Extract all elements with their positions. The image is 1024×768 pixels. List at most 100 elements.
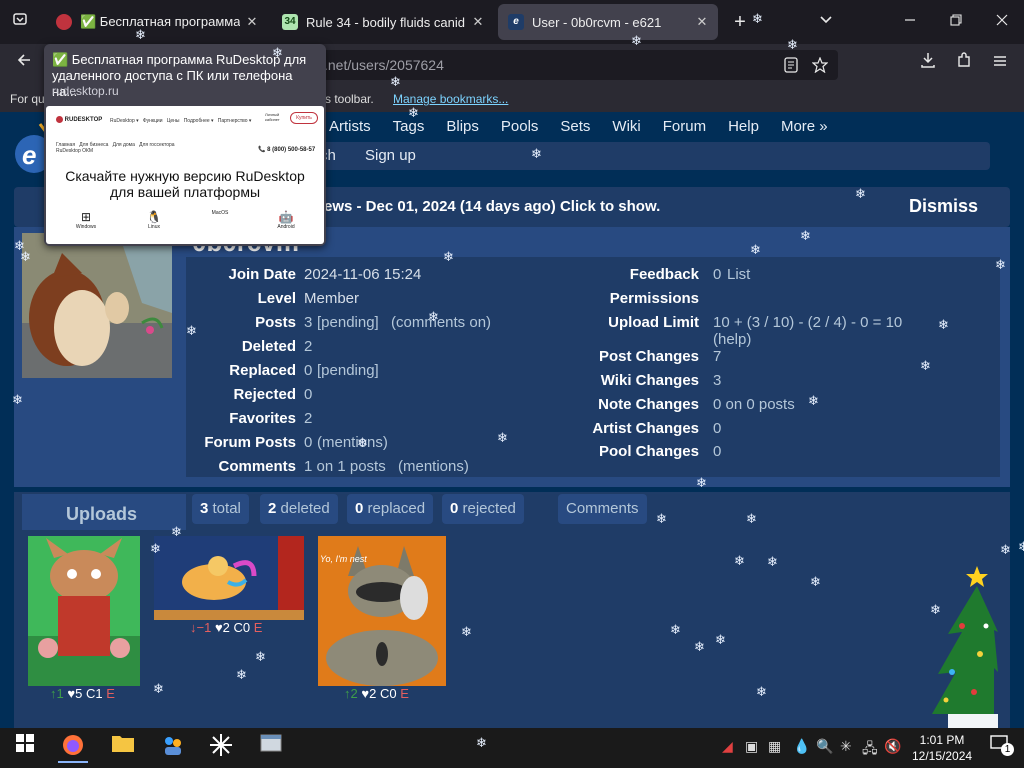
- snowflake-app-icon[interactable]: [206, 733, 236, 763]
- close-tab-icon[interactable]: ✕: [470, 14, 486, 30]
- pool-changes-link[interactable]: 0: [713, 443, 721, 460]
- post-changes-link[interactable]: 7: [713, 348, 721, 365]
- upload-limit-help-link[interactable]: (help): [713, 331, 751, 348]
- rejected-count-link[interactable]: 0: [304, 386, 312, 403]
- artist-changes-link[interactable]: 0: [713, 420, 721, 437]
- uploads-replaced-link[interactable]: 0 replaced: [347, 494, 434, 524]
- posts-pending-link[interactable]: [pending]: [317, 314, 379, 331]
- manage-bookmarks-link[interactable]: Manage bookmarks...: [393, 86, 508, 112]
- preview-thumbnail: RUDESKTOP RuDesktop ▾ Функции Цены Подро…: [46, 106, 324, 244]
- pill-count: 3: [200, 500, 209, 517]
- user-profile-panel: 0b0rcvm Join Date 2024-11-06 15:24 Level…: [14, 227, 1010, 487]
- user-avatar[interactable]: [22, 233, 172, 378]
- firefox-taskbar-icon[interactable]: [58, 733, 88, 763]
- preview-submenu: Главная Для бизнеса Для дома Для госсект…: [56, 142, 175, 154]
- bookmarks-hint-text: For qu: [10, 92, 45, 106]
- news-notice-text: ews - Dec 01, 2024 (14 days ago) Click t…: [324, 198, 661, 215]
- tab-rule34[interactable]: 34 Rule 34 - bodily fluids canid can ✕: [272, 4, 494, 40]
- list-all-tabs-icon[interactable]: [8, 10, 32, 34]
- comments-mentions-link[interactable]: (mentions): [398, 458, 469, 475]
- stat-label: Level: [257, 290, 296, 307]
- app-people-icon[interactable]: [158, 733, 188, 763]
- platform-name: Windows: [75, 224, 97, 230]
- volume-muted-icon[interactable]: 🔇: [884, 738, 901, 755]
- tray-snowflake-icon[interactable]: ✳: [840, 738, 852, 755]
- fav-count: ♥5: [67, 686, 83, 701]
- address-bar[interactable]: .net/users/2057624: [300, 50, 838, 80]
- posts-comments-on-link[interactable]: (comments on): [391, 314, 491, 331]
- nav-sets[interactable]: Sets: [560, 118, 590, 135]
- note-changes-link[interactable]: 0 on 0 posts: [713, 396, 795, 413]
- tray-monitor-icon[interactable]: ▣: [745, 738, 758, 755]
- forum-mentions-link[interactable]: (mentions): [317, 434, 388, 451]
- network-icon[interactable]: 🖧: [862, 738, 878, 762]
- nav-pools[interactable]: Pools: [501, 118, 539, 135]
- wiki-changes-link[interactable]: 3: [713, 372, 721, 389]
- comments-link[interactable]: Comments: [558, 494, 647, 524]
- close-tab-icon[interactable]: ✕: [694, 14, 710, 30]
- downloads-icon[interactable]: [916, 52, 940, 76]
- extensions-icon[interactable]: [952, 52, 976, 76]
- nav-help[interactable]: Help: [728, 118, 759, 135]
- pill-label: replaced: [367, 500, 426, 517]
- nav-forum[interactable]: Forum: [663, 118, 706, 135]
- back-arrow-icon[interactable]: [12, 52, 36, 76]
- stat-label: Pool Changes: [598, 443, 699, 460]
- rating-badge: E: [253, 620, 263, 635]
- tray-drop-icon[interactable]: 💧: [793, 738, 810, 755]
- nav-artists[interactable]: Artists: [329, 118, 371, 135]
- replaced-count-link[interactable]: 0: [304, 362, 312, 379]
- tray-app-icon[interactable]: ▦: [768, 738, 781, 755]
- tab-hover-preview: ✅ Бесплатная программа RuDesktop для уда…: [44, 44, 326, 246]
- feedback-count-link[interactable]: 0: [713, 266, 721, 283]
- tray-search-icon[interactable]: 🔍: [816, 738, 833, 755]
- tab-e621[interactable]: e User - 0b0rcvm - e621 ✕: [498, 4, 718, 40]
- stat-label: Rejected: [233, 386, 296, 403]
- stat-label: Comments: [218, 458, 296, 475]
- feedback-list-link[interactable]: List: [727, 266, 750, 283]
- restore-icon[interactable]: [944, 10, 968, 34]
- nav-wiki[interactable]: Wiki: [612, 118, 640, 135]
- stat-label: Join Date: [228, 266, 296, 283]
- new-tab-button[interactable]: +: [728, 10, 752, 34]
- minimize-icon[interactable]: [898, 10, 922, 34]
- close-tab-icon[interactable]: ✕: [244, 14, 260, 30]
- uploads-rejected-link[interactable]: 0 rejected: [442, 494, 524, 524]
- forum-posts-count-link[interactable]: 0: [304, 434, 312, 451]
- posts-count-link[interactable]: 3: [304, 314, 312, 331]
- tray-arrow-icon[interactable]: ◢: [722, 738, 733, 755]
- windows-icon: ⊞: [80, 210, 92, 224]
- subnav-sign-up[interactable]: Sign up: [365, 147, 416, 164]
- tab-overflow-chevron-icon[interactable]: [814, 10, 838, 34]
- system-clock[interactable]: 1:01 PM 12/15/2024: [912, 732, 972, 764]
- app-menu-icon[interactable]: [988, 52, 1012, 76]
- thumbnail-image[interactable]: Yo, I'm nest: [318, 536, 446, 686]
- bookmark-star-icon[interactable]: [811, 50, 829, 83]
- file-explorer-icon[interactable]: [108, 733, 138, 763]
- dismiss-button[interactable]: Dismiss: [909, 196, 978, 217]
- thumbnail-image[interactable]: [28, 536, 140, 686]
- app-window-icon[interactable]: [256, 733, 286, 763]
- platform-android: 🤖 Android: [256, 210, 316, 244]
- start-windows-icon[interactable]: [10, 733, 40, 763]
- uploads-total-link[interactable]: 3 total: [192, 494, 249, 524]
- preview-phone-number: 8 (800) 500-58-57: [267, 147, 316, 153]
- uploads-tab[interactable]: Uploads: [22, 494, 186, 530]
- close-window-icon[interactable]: [990, 10, 1014, 34]
- comments-count-link[interactable]: 1 on 1 posts: [304, 458, 386, 475]
- nav-blips[interactable]: Blips: [446, 118, 479, 135]
- uploads-deleted-link[interactable]: 2 deleted: [260, 494, 338, 524]
- stat-label: Favorites: [229, 410, 296, 427]
- reader-view-icon[interactable]: [784, 50, 798, 83]
- preview-phone: 📞 8 (800) 500-58-57: [258, 147, 316, 153]
- linux-icon: 🐧: [146, 210, 162, 224]
- nav-more[interactable]: More »: [781, 118, 828, 135]
- platform-linux: 🐧 Linux: [124, 210, 184, 244]
- nav-tags[interactable]: Tags: [393, 118, 425, 135]
- favorites-count-link[interactable]: 2: [304, 410, 312, 427]
- deleted-count-link[interactable]: 2: [304, 338, 312, 355]
- replaced-pending-link[interactable]: [pending]: [317, 362, 379, 379]
- thumbnail-image[interactable]: [154, 536, 304, 620]
- tab-rudesktop[interactable]: ✅ Бесплатная программа RuDesktop ✕: [46, 4, 268, 40]
- notifications-icon[interactable]: 1: [984, 733, 1014, 763]
